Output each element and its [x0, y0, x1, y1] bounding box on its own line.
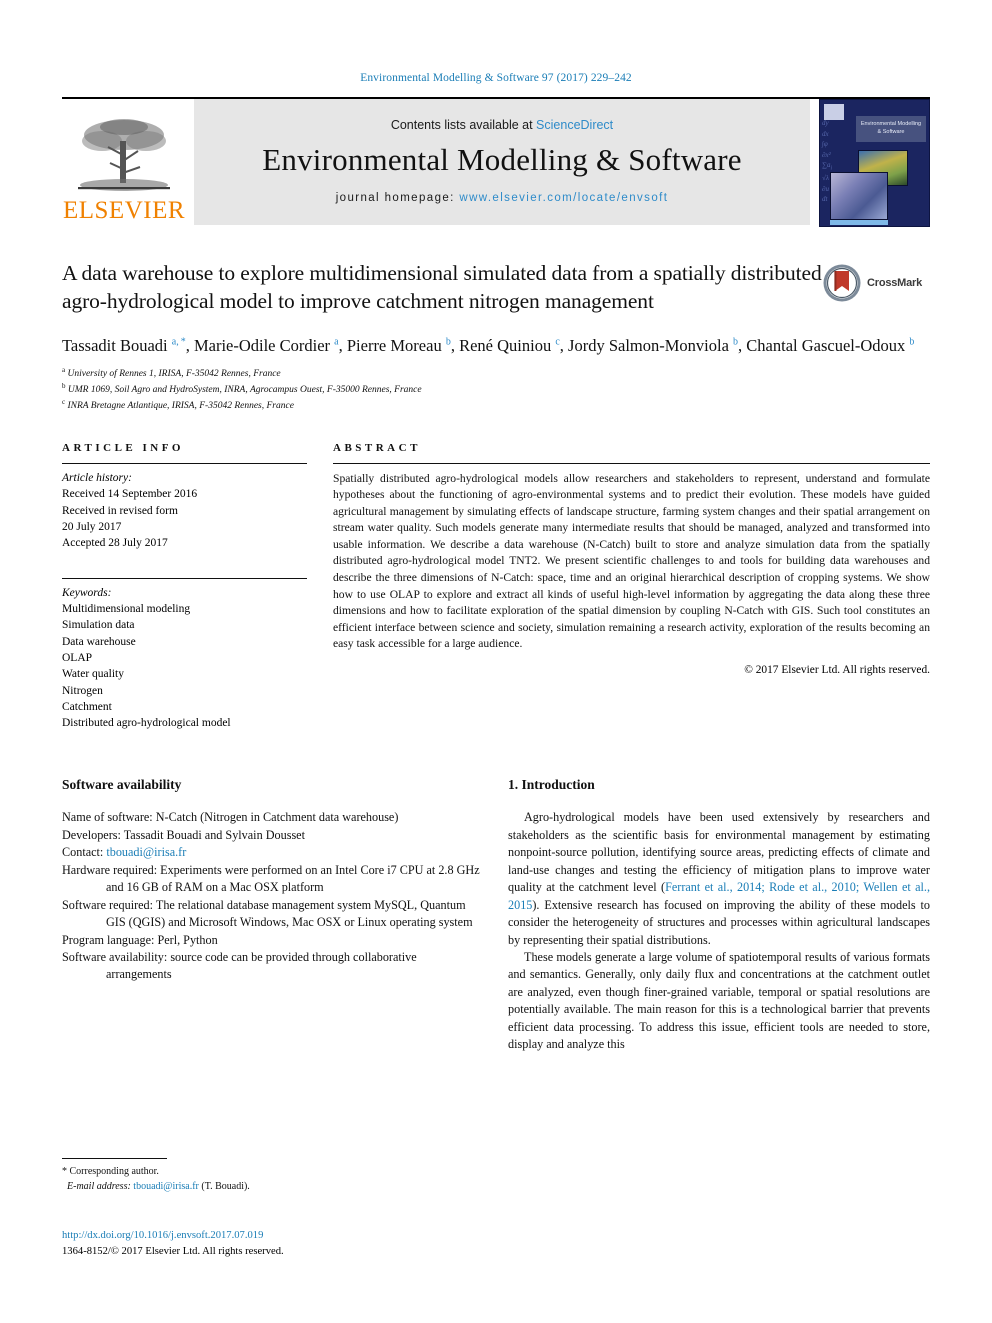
doi-block: http://dx.doi.org/10.1016/j.envsoft.2017… — [62, 1228, 522, 1260]
software-item-label: Program language: — [62, 932, 155, 947]
footnote-corresponding: * Corresponding author. — [62, 1166, 159, 1177]
affiliation-item: b UMR 1069, Soil Agro and HydroSystem, I… — [62, 382, 422, 396]
abstract-text: Spatially distributed agro-hydrological … — [333, 471, 930, 651]
abstract-column: ABSTRACT Spatially distributed agro-hydr… — [333, 442, 930, 732]
keyword-item: Nitrogen — [62, 684, 103, 697]
crossmark-icon — [823, 264, 861, 302]
paragraph: Agro-hydrological models have been used … — [508, 809, 930, 949]
corresponding-author-footnote: * Corresponding author. E-mail address: … — [62, 1158, 482, 1194]
article-history-item: Received 14 September 2016 — [62, 488, 198, 501]
software-item-value: Experiments were performed on an Intel C… — [106, 862, 480, 895]
contents-lists-line: Contents lists available at ScienceDirec… — [391, 118, 613, 132]
software-availability-heading: Software availability — [62, 777, 182, 793]
software-availability-item: Software required: The relational databa… — [62, 897, 482, 932]
introduction-heading: 1. Introduction — [508, 777, 595, 793]
keyword-item: Data warehouse — [62, 635, 136, 648]
affiliation-item: c INRA Bretagne Atlantique, IRISA, F-350… — [62, 398, 294, 412]
issn-copyright-line: 1364-8152/© 2017 Elsevier Ltd. All right… — [62, 1245, 284, 1257]
elsevier-logo: ELSEVIER — [62, 99, 194, 225]
software-availability-item: Name of software: N-Catch (Nitrogen in C… — [62, 809, 482, 826]
software-item-label: Hardware required: — [62, 862, 158, 877]
keyword-item: Distributed agro-hydrological model — [62, 717, 231, 730]
footnote-email-link[interactable]: tbouadi@irisa.fr — [131, 1181, 199, 1192]
article-history-header: Article history: — [62, 471, 132, 484]
title-block: A data warehouse to explore multidimensi… — [62, 259, 930, 414]
software-item-value: The relational database management syste… — [106, 897, 473, 930]
elsevier-tree-icon — [78, 119, 170, 191]
software-availability-column: Software availability Name of software: … — [62, 777, 482, 1053]
keyword-item: Catchment — [62, 700, 112, 713]
footnote-email-label: E-mail address: — [67, 1181, 131, 1192]
keyword-item: OLAP — [62, 651, 93, 664]
crossmark-label: CrossMark — [867, 277, 923, 289]
affiliation-item: a University of Rennes 1, IRISA, F-35042… — [62, 365, 281, 379]
software-availability-item: Developers: Tassadit Bouadi and Sylvain … — [62, 827, 482, 844]
software-item-value: N-Catch (Nitrogen in Catchment data ware… — [152, 810, 399, 825]
sciencedirect-link[interactable]: ScienceDirect — [536, 118, 613, 132]
footnote-email-line: E-mail address: tbouadi@irisa.fr (T. Bou… — [62, 1179, 482, 1194]
keyword-item: Water quality — [62, 668, 124, 681]
journal-title: Environmental Modelling & Software — [262, 142, 742, 177]
running-head: Environmental Modelling & Software 97 (2… — [360, 72, 632, 84]
cover-title-block: Environmental Modelling & Software — [856, 116, 926, 142]
introduction-column: 1. Introduction Agro-hydrological models… — [508, 777, 930, 1053]
software-item-label: Software required: — [62, 897, 154, 912]
masthead-center: Contents lists available at ScienceDirec… — [194, 99, 810, 225]
article-info-column: ARTICLE INFO Article history: Received 1… — [62, 442, 307, 732]
software-item-label: Contact: — [62, 845, 104, 860]
article-history-item: Received in revised form — [62, 504, 178, 517]
software-item-link[interactable]: tbouadi@irisa.fr — [103, 845, 186, 859]
author-list: Tassadit Bouadi a, *, Marie-Odile Cordie… — [62, 335, 915, 355]
software-availability-item: Contact: tbouadi@irisa.fr — [62, 844, 482, 861]
article-history-item: 20 July 2017 — [62, 520, 122, 533]
journal-homepage-line: journal homepage: www.elsevier.com/locat… — [336, 192, 669, 204]
keywords-header: Keywords: — [62, 586, 112, 599]
footnote-email-suffix: (T. Bouadi). — [198, 1181, 250, 1192]
journal-masthead: ELSEVIER Contents lists available at Sci… — [62, 97, 930, 227]
introduction-paragraphs: Agro-hydrological models have been used … — [508, 809, 930, 1053]
keywords-block: Keywords: Multidimensional modeling Simul… — [62, 577, 307, 732]
keywords-list: Multidimensional modeling Simulation data… — [62, 601, 307, 732]
abstract-copyright: © 2017 Elsevier Ltd. All rights reserved… — [744, 663, 930, 676]
crossmark-badge[interactable]: CrossMark — [822, 261, 930, 305]
paragraph-text: ). Extensive research has focused on imp… — [508, 897, 930, 947]
abstract-label: ABSTRACT — [333, 441, 421, 454]
software-item-value: Perl, Python — [154, 932, 218, 947]
elsevier-wordmark: ELSEVIER — [62, 197, 186, 224]
page-title: A data warehouse to explore multidimensi… — [62, 261, 822, 314]
article-history-lines: Received 14 September 2016 Received in re… — [62, 486, 307, 551]
body-columns: Software availability Name of software: … — [62, 777, 930, 1053]
journal-cover-thumbnail: dy dx ∫φ ∂x² ∑ai √λ ∂u dt Environmental Modelli… — [810, 99, 930, 227]
keyword-item: Multidimensional modeling — [62, 602, 191, 615]
software-item-value: Tassadit Bouadi and Sylvain Dousset — [120, 827, 305, 842]
software-availability-item: Hardware required: Experiments were perf… — [62, 862, 482, 897]
software-availability-list: Name of software: N-Catch (Nitrogen in C… — [62, 809, 482, 983]
cover-bottom-strip — [830, 220, 888, 225]
article-history: Article history: Received 14 September 2… — [62, 464, 307, 552]
software-item-label: Software availability: — [62, 949, 168, 964]
article-info-label: ARTICLE INFO — [62, 441, 184, 454]
affiliation-list: a University of Rennes 1, IRISA, F-35042… — [62, 365, 930, 414]
keyword-item: Simulation data — [62, 619, 135, 632]
doi-link[interactable]: http://dx.doi.org/10.1016/j.envsoft.2017… — [62, 1228, 522, 1244]
info-abstract-section: ARTICLE INFO Article history: Received 1… — [62, 442, 930, 732]
software-item-label: Developers: — [62, 827, 121, 842]
homepage-url-link[interactable]: www.elsevier.com/locate/envsoft — [459, 192, 668, 204]
article-history-item: Accepted 28 July 2017 — [62, 537, 168, 550]
contents-prefix: Contents lists available at — [390, 118, 537, 132]
cover-inset-image-bottom — [830, 172, 888, 220]
paragraph-text: These models generate a large volume of … — [508, 949, 930, 1052]
homepage-prefix: journal homepage: — [335, 192, 460, 204]
software-item-label: Name of software: — [62, 810, 153, 825]
footnote-rule — [62, 1158, 167, 1159]
journal-article-page: Environmental Modelling & Software 97 (2… — [0, 0, 992, 1323]
software-availability-item: Program language: Perl, Python — [62, 932, 482, 949]
software-availability-item: Software availability: source code can b… — [62, 949, 482, 984]
paragraph: These models generate a large volume of … — [508, 949, 930, 1054]
